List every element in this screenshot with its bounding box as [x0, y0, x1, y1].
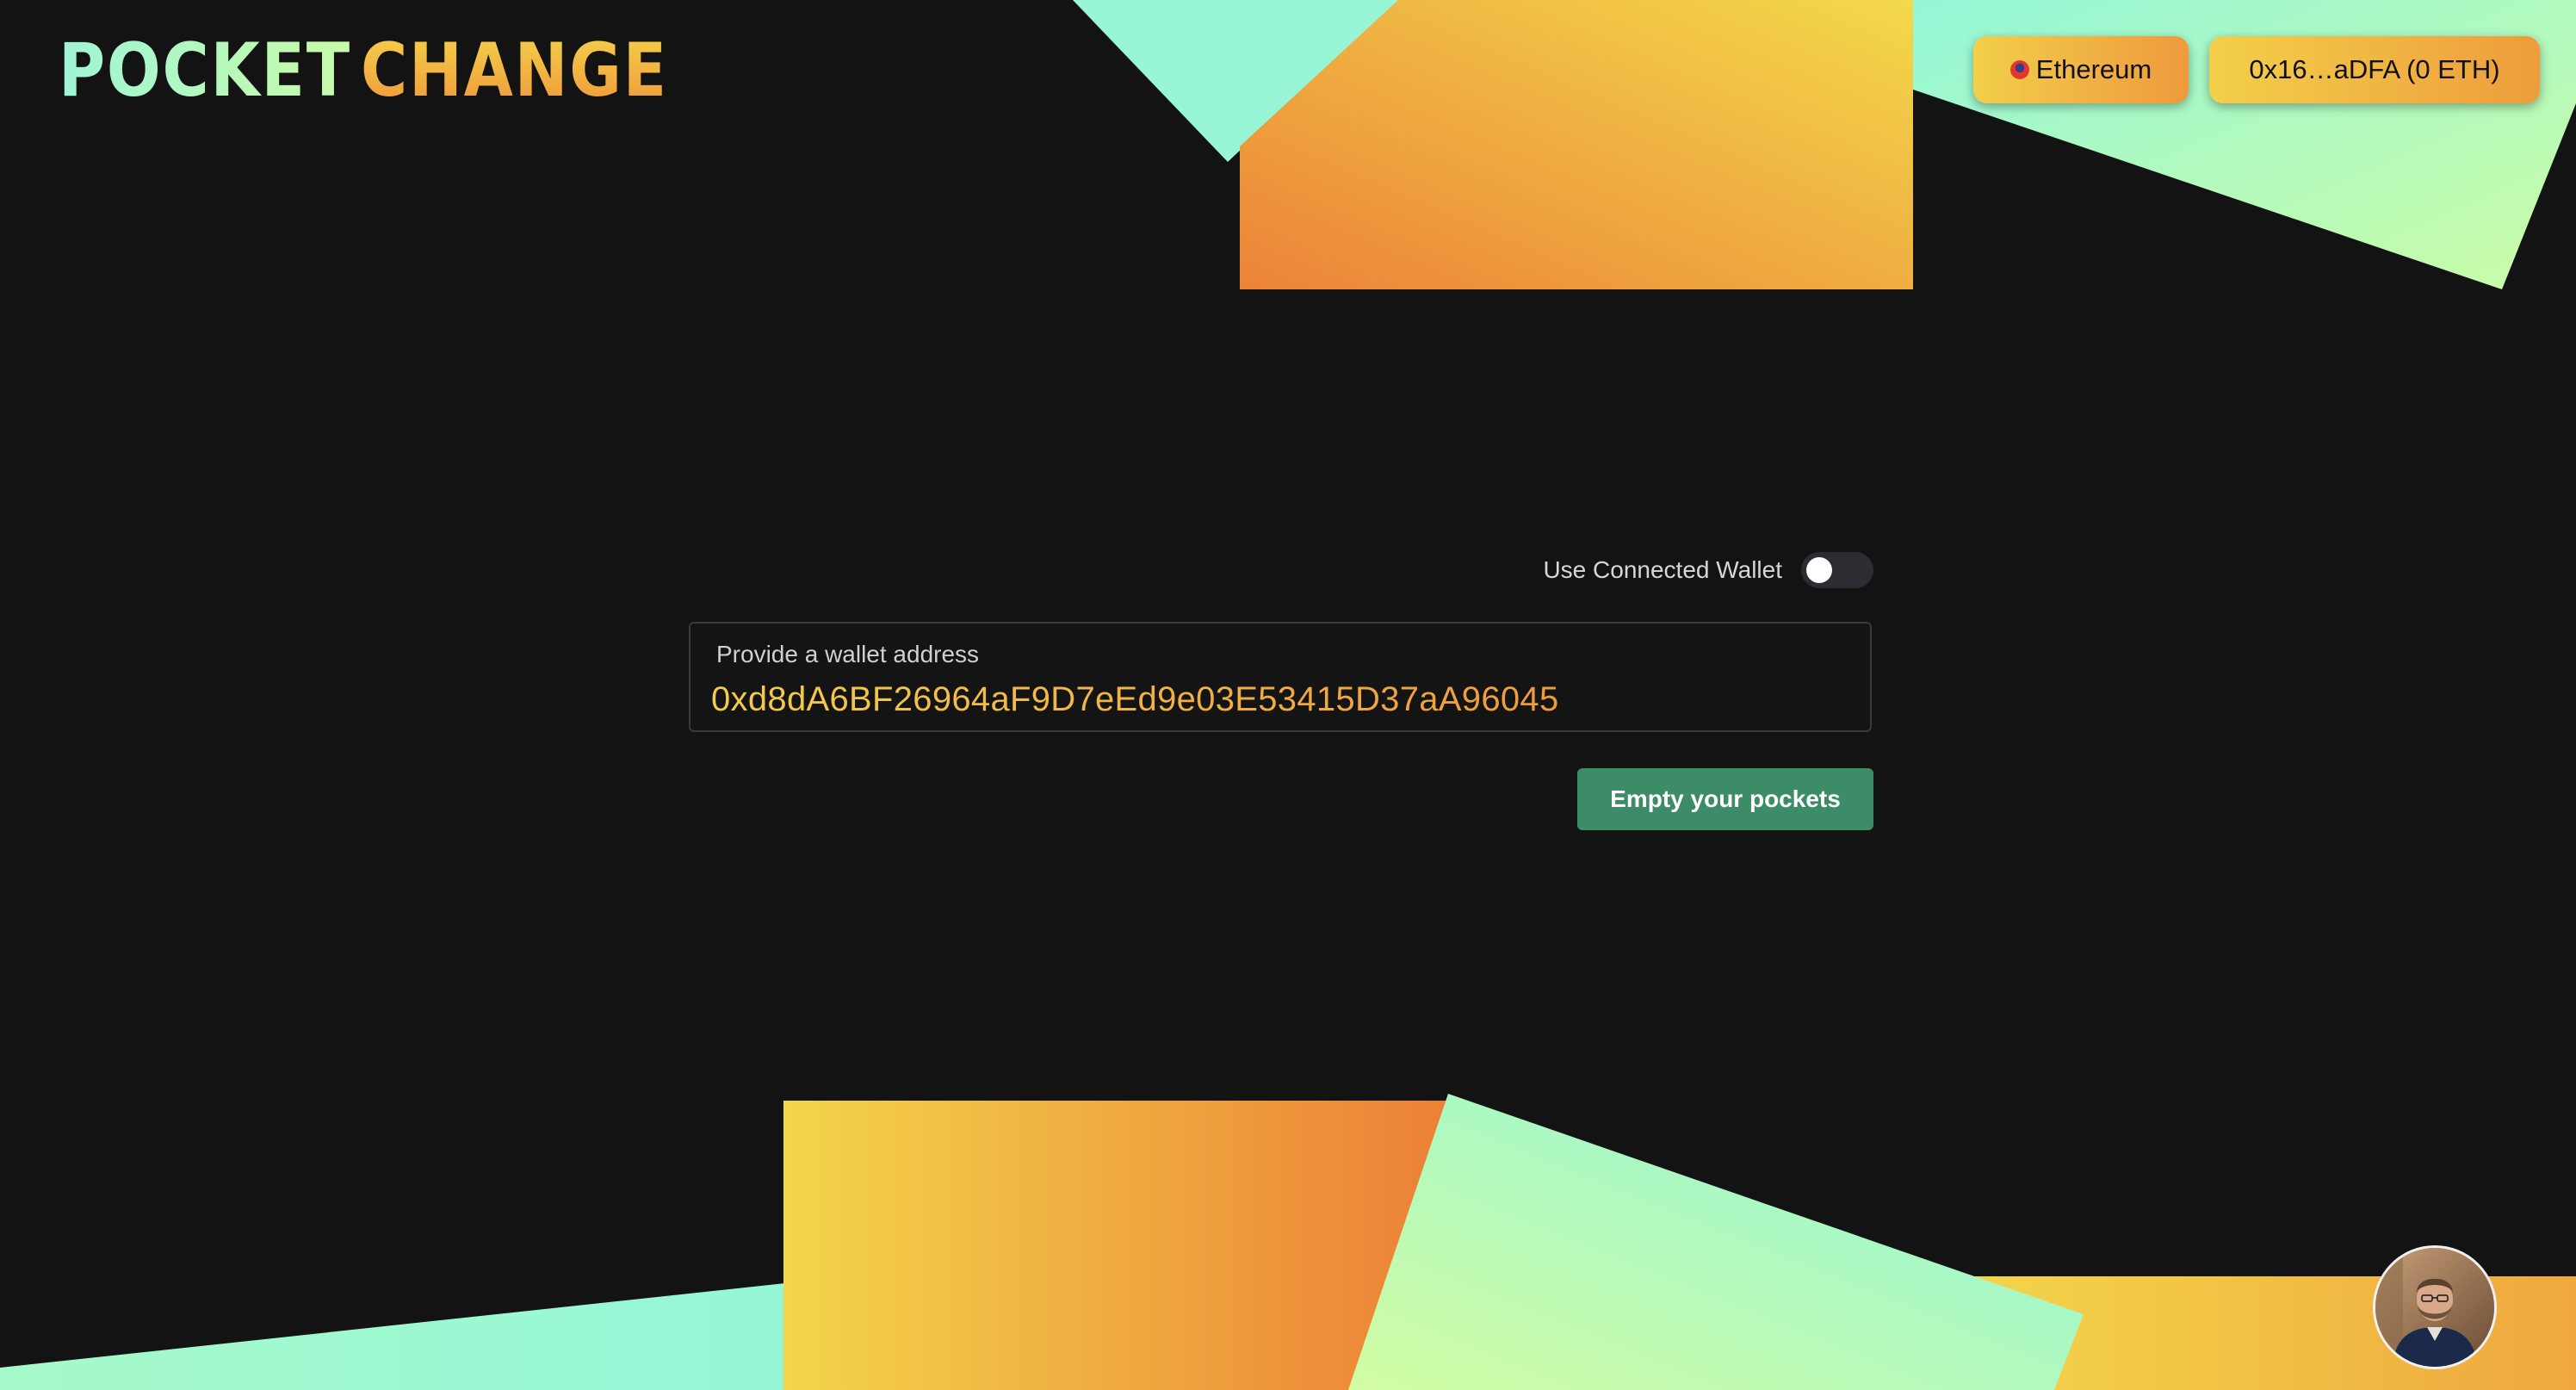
wallet-address-field[interactable]: Provide a wallet address 0xd8dA6BF26964a… [689, 622, 1872, 732]
toggle-knob [1806, 557, 1832, 583]
account-button[interactable]: 0x16…aDFA (0 ETH) [2209, 36, 2540, 103]
decor-mint-wedge-bottom-left [0, 1283, 785, 1390]
decor-orange-block-bottom [783, 1101, 1446, 1390]
decor-mint-block-bottom [1348, 1094, 2084, 1390]
wallet-address-label: Provide a wallet address [716, 641, 980, 667]
decor-mint-triangle-top [1073, 0, 1400, 162]
use-connected-wallet-label: Use Connected Wallet [1543, 556, 1782, 583]
use-connected-wallet-row: Use Connected Wallet [1464, 551, 1873, 589]
logo-word-pocket: POCKET [59, 28, 351, 114]
network-label: Ethereum [2035, 54, 2152, 84]
wallet-address-input[interactable]: 0xd8dA6BF26964aF9D7eEd9e03E53415D37aA960… [711, 680, 1559, 719]
decor-orange-block-top [1240, 0, 1913, 289]
app-logo[interactable]: POCKET CHANGE [59, 29, 718, 112]
avatar-person-icon [2375, 1248, 2494, 1367]
network-selector-button[interactable]: Ethereum [1973, 36, 2189, 103]
use-connected-wallet-toggle[interactable] [1801, 552, 1873, 588]
ethereum-network-icon [2009, 60, 2029, 79]
logo-word-change: CHANGE [361, 28, 669, 114]
empty-your-pockets-button[interactable]: Empty your pockets [1577, 768, 1873, 830]
page: POCKET CHANGE Ethereum 0x16…aDFA (0 ETH)… [0, 0, 2576, 1390]
avatar[interactable] [2373, 1245, 2497, 1369]
account-label: 0x16…aDFA (0 ETH) [2249, 54, 2500, 84]
